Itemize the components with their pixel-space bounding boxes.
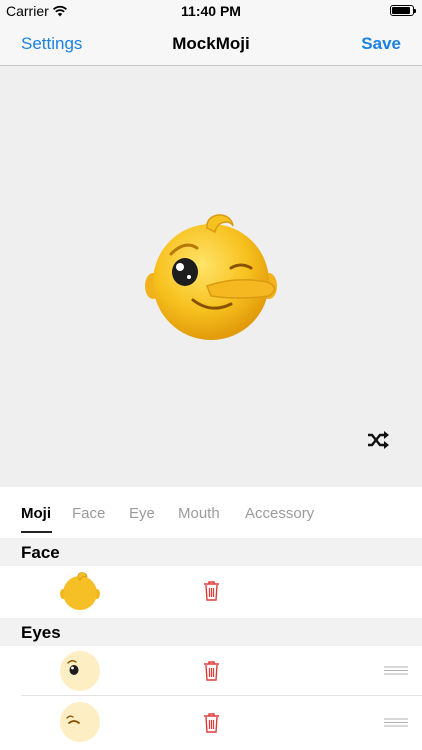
tab-indicator xyxy=(21,531,52,533)
category-tabs: Moji Face Eye Mouth Accessory xyxy=(0,487,422,538)
clock-time: 11:40 PM xyxy=(181,3,241,19)
status-bar: Carrier 11:40 PM xyxy=(0,0,422,22)
section-header-eyes: Eyes xyxy=(0,618,422,646)
battery-icon xyxy=(390,5,416,16)
section-header-face: Face xyxy=(0,538,422,566)
section-title-eyes: Eyes xyxy=(21,623,61,642)
reorder-handle-icon[interactable] xyxy=(384,718,408,727)
reorder-handle-icon[interactable] xyxy=(384,666,408,675)
tab-face[interactable]: Face xyxy=(72,505,105,522)
shuffle-icon[interactable] xyxy=(366,430,390,450)
list-item[interactable] xyxy=(0,696,422,750)
page-title: MockMoji xyxy=(172,34,250,53)
eye-open-icon xyxy=(60,651,100,691)
trash-icon[interactable] xyxy=(203,660,220,682)
tab-accessory[interactable]: Accessory xyxy=(245,505,314,522)
list-item[interactable] xyxy=(0,566,422,618)
eye-closed-icon xyxy=(60,702,100,742)
save-button[interactable]: Save xyxy=(361,34,401,54)
section-title-face: Face xyxy=(21,543,60,562)
tab-eye[interactable]: Eye xyxy=(129,505,155,522)
trash-icon[interactable] xyxy=(203,712,220,734)
list-item[interactable] xyxy=(0,646,422,696)
moji-preview xyxy=(0,66,422,487)
tab-mouth[interactable]: Mouth xyxy=(178,505,220,522)
face-shape-icon xyxy=(60,572,100,610)
tab-moji[interactable]: Moji xyxy=(21,505,51,522)
trash-icon[interactable] xyxy=(203,580,220,602)
navigation-bar: Settings MockMoji Save xyxy=(0,22,422,66)
moji-avatar xyxy=(145,214,277,340)
